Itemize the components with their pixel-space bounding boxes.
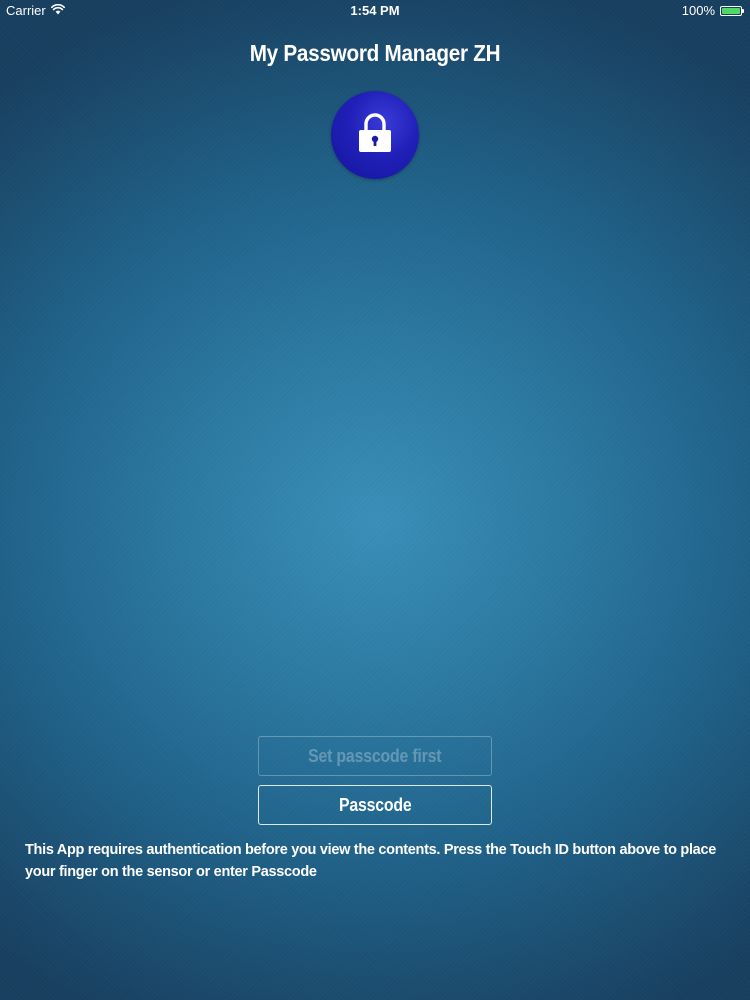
battery-fill (722, 7, 740, 14)
status-right: 100% (681, 3, 744, 18)
battery-icon (720, 5, 744, 16)
set-passcode-first-label: Set passcode first (308, 745, 442, 766)
lock-badge (331, 91, 419, 179)
passcode-button[interactable]: Passcode (258, 785, 492, 825)
status-bar: Carrier 1:54 PM 100% (0, 0, 750, 22)
status-time: 1:54 PM (350, 3, 400, 18)
battery-percent: 100% (681, 3, 715, 18)
lock-icon (357, 112, 393, 159)
app-title: My Password Manager ZH (249, 40, 501, 66)
set-passcode-first-button[interactable]: Set passcode first (258, 736, 492, 776)
passcode-label: Passcode (338, 794, 412, 815)
authentication-message: This App requires authentication before … (25, 842, 716, 880)
